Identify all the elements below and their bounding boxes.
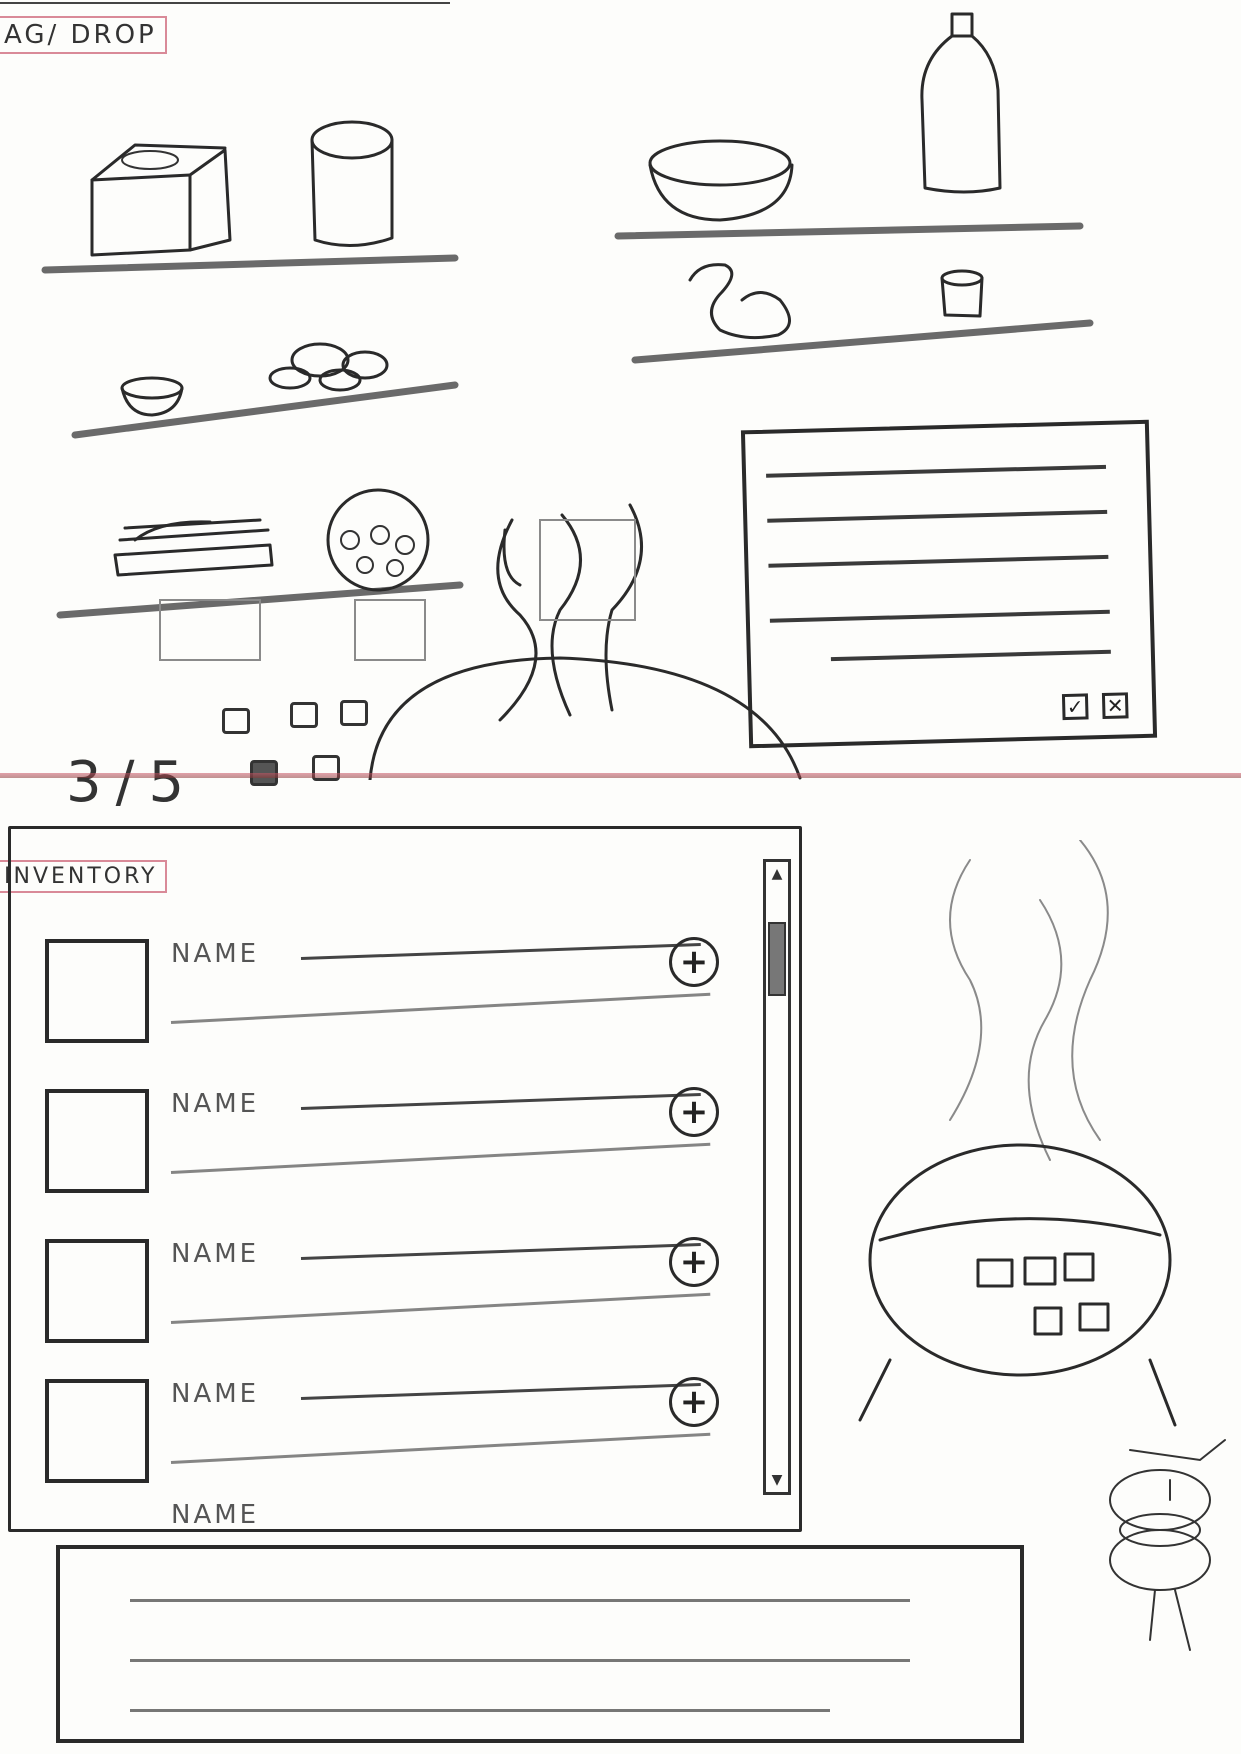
add-item-button[interactable]: + — [669, 1377, 719, 1427]
cauldron-slot — [1023, 1256, 1057, 1286]
popup-text-line — [767, 509, 1108, 523]
confirm-button[interactable]: ✓ — [1061, 693, 1089, 721]
item-name: NAME — [171, 1089, 260, 1119]
cauldron-slot — [1078, 1302, 1110, 1332]
inventory-scrollbar[interactable]: ▲ ▼ — [763, 859, 791, 1495]
cauldron-slot — [976, 1258, 1014, 1288]
inventory-panel: NAME + NAME + NAME + NAME + NAME ▲ ▼ — [8, 826, 802, 1532]
item-name: NAME — [171, 1239, 260, 1269]
popup-text-line — [766, 464, 1107, 478]
name-line — [300, 943, 701, 960]
description-line — [170, 1292, 711, 1324]
ingredient-slot — [340, 700, 368, 726]
item-thumbnail — [45, 939, 149, 1043]
small-bowl-item[interactable] — [120, 376, 184, 417]
add-item-button[interactable]: + — [669, 1237, 719, 1287]
bottle-item[interactable] — [920, 12, 1002, 194]
cauldron-slot — [1063, 1252, 1095, 1282]
stones-item[interactable] — [268, 342, 389, 392]
marbles-jar-item[interactable] — [326, 488, 430, 661]
popup-text-line — [768, 554, 1109, 568]
jar-item[interactable] — [310, 120, 394, 248]
dialogue-box — [56, 1545, 1024, 1743]
dialogue-line — [130, 1659, 910, 1662]
swirl-item[interactable] — [688, 263, 791, 340]
bowl-item[interactable] — [648, 139, 794, 222]
ingredient-counter: 3/5 — [66, 750, 199, 815]
inventory-item[interactable]: NAME + — [31, 1079, 731, 1219]
section-divider — [0, 773, 1241, 778]
item-name: NAME — [171, 939, 260, 969]
box-item[interactable] — [90, 143, 232, 257]
inventory-item[interactable]: NAME + — [31, 929, 731, 1069]
add-item-button[interactable]: + — [669, 1087, 719, 1137]
description-line — [170, 1432, 711, 1464]
item-thumbnail — [45, 1239, 149, 1343]
name-line — [300, 1093, 701, 1110]
scroll-up-button[interactable]: ▲ — [766, 862, 788, 886]
popup-text-line — [830, 649, 1111, 662]
item-thumbnail — [45, 1089, 149, 1193]
inventory-item[interactable]: NAME + — [31, 1229, 731, 1369]
cauldron-slot — [1033, 1306, 1063, 1336]
dialogue-line — [130, 1709, 830, 1712]
plates-item[interactable] — [113, 518, 274, 661]
item-name: NAME — [171, 1379, 260, 1409]
inventory-item-partial[interactable]: NAME — [31, 1494, 731, 1524]
ingredient-slot — [222, 708, 250, 734]
item-thumbnail — [45, 1379, 149, 1483]
cauldron-scene[interactable] — [368, 503, 802, 780]
popup-text-line — [769, 609, 1110, 623]
name-line — [300, 1383, 701, 1400]
ingredient-slot — [290, 702, 318, 728]
item-name: NAME — [171, 1500, 260, 1524]
description-line — [170, 992, 711, 1024]
scroll-down-button[interactable]: ▼ — [766, 1468, 788, 1492]
ingredient-popup: ✓ ✕ — [740, 419, 1158, 749]
description-line — [170, 1142, 711, 1174]
cup-item[interactable] — [940, 269, 984, 318]
name-line — [300, 1243, 701, 1260]
dialogue-line — [130, 1599, 910, 1602]
add-item-button[interactable]: + — [669, 937, 719, 987]
inventory-item[interactable]: NAME + — [31, 1369, 731, 1509]
cancel-button[interactable]: ✕ — [1101, 692, 1129, 720]
scroll-thumb[interactable] — [768, 922, 786, 996]
cauldron-preview — [858, 840, 1226, 1651]
